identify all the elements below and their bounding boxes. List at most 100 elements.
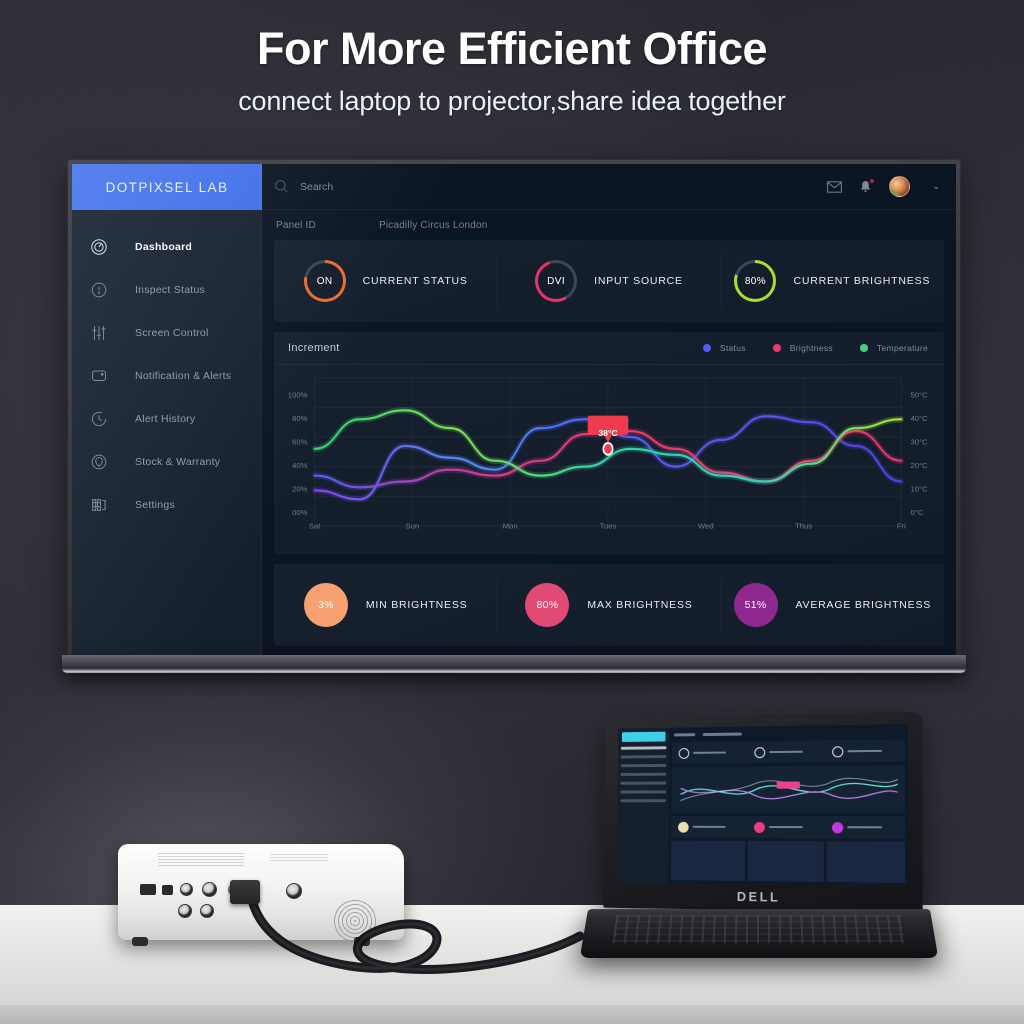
sliders-icon xyxy=(89,323,108,342)
laptop-base xyxy=(579,909,939,959)
legend-dot xyxy=(772,344,781,352)
bell-icon[interactable] xyxy=(859,178,875,194)
status-card-label: CURRENT BRIGHTNESS xyxy=(793,275,931,287)
status-ring-value: ON xyxy=(306,263,343,299)
sidebar-item-alert-history[interactable]: Alert History xyxy=(72,402,262,435)
sidebar: DOTPIXSEL LAB Dashboard Inspect Status S… xyxy=(72,164,262,656)
projection-screen-frame: DOTPIXSEL LAB Dashboard Inspect Status S… xyxy=(68,160,960,660)
sidebar-item-label: Inspect Status xyxy=(135,283,206,296)
vga-connector xyxy=(230,880,260,904)
mini-brand xyxy=(621,731,666,742)
status-cards-row: ON CURRENT STATUS DVI INPUT SOURCE 80% C… xyxy=(274,240,944,322)
mini-brightness-row xyxy=(671,815,905,839)
brightness-card-label: AVERAGE BRIGHTNESS xyxy=(795,599,932,611)
chevron-down-icon[interactable]: ⌄ xyxy=(932,181,940,192)
laptop-brand-logo: DELL xyxy=(736,888,781,905)
sidebar-item-label: Stock & Warranty xyxy=(135,455,221,468)
mail-icon[interactable] xyxy=(827,180,843,193)
sidebar-item-label: Alert History xyxy=(135,412,196,425)
chart-plot-area: 38°C 100% 80% 60% 40% 20% 00% 50°C 40°C 30°C 20°C 1… xyxy=(274,365,944,554)
brightness-ring-value: 80% xyxy=(737,263,774,299)
shield-icon xyxy=(89,452,108,471)
legend-dot xyxy=(859,344,868,352)
topbar: ⌄ xyxy=(262,164,956,210)
sidebar-nav: Dashboard Inspect Status Screen Control … xyxy=(72,210,262,521)
status-card-current-status[interactable]: ON CURRENT STATUS xyxy=(274,240,497,322)
panel-id-value: Picadilly Circus London xyxy=(378,219,488,231)
notification-badge xyxy=(869,178,875,183)
chart-legend: Status Brightness Temperature xyxy=(702,343,928,353)
sidebar-item-inspect-status[interactable]: Inspect Status xyxy=(72,273,262,306)
panel-id-label: Panel ID xyxy=(276,219,316,231)
brightness-ring: 80% xyxy=(734,260,777,302)
avatar[interactable] xyxy=(889,176,911,197)
mini-lower-widgets xyxy=(670,840,905,883)
dashboard-screen: DOTPIXSEL LAB Dashboard Inspect Status S… xyxy=(72,164,956,656)
legend-dot xyxy=(702,344,711,352)
status-card-current-brightness[interactable]: 80% CURRENT BRIGHTNESS xyxy=(720,240,944,322)
chart-title: Increment xyxy=(288,342,340,354)
chart-canvas xyxy=(312,377,904,527)
sidebar-item-label: Settings xyxy=(135,498,175,511)
mini-status-row xyxy=(671,739,905,764)
input-source-ring-value: DVI xyxy=(538,263,575,299)
input-source-ring: DVI xyxy=(535,260,578,302)
mini-main xyxy=(667,724,909,887)
sidebar-item-stock-warranty[interactable]: Stock & Warranty xyxy=(72,445,262,478)
status-card-input-source[interactable]: DVI INPUT SOURCE xyxy=(497,240,720,322)
mini-topbar xyxy=(672,727,905,740)
dashboard-content: ON CURRENT STATUS DVI INPUT SOURCE 80% C… xyxy=(262,240,956,656)
laptop-lid: DELL xyxy=(603,711,923,914)
search-input[interactable] xyxy=(300,180,540,193)
sidebar-item-screen-control[interactable]: Screen Control xyxy=(72,316,262,349)
promo-subheadline: connect laptop to projector,share idea t… xyxy=(238,86,786,117)
sidebar-item-notification-alerts[interactable]: Notification & Alerts xyxy=(72,359,262,392)
legend-item-brightness[interactable]: Brightness xyxy=(772,343,833,353)
status-ring: ON xyxy=(303,260,346,302)
brightness-cards-row: 3% MIN BRIGHTNESS 80% MAX BRIGHTNESS 51%… xyxy=(274,564,944,646)
legend-label: Temperature xyxy=(876,343,928,353)
laptop-screen xyxy=(616,724,909,887)
laptop-mini-dashboard xyxy=(616,724,909,887)
brand-logo: DOTPIXSEL LAB xyxy=(72,164,262,210)
main-area: ⌄ Panel ID Picadilly Circus London ON CU… xyxy=(262,164,956,656)
sidebar-item-dashboard[interactable]: Dashboard xyxy=(72,230,262,263)
min-brightness-circle: 3% xyxy=(303,583,348,627)
search-icon xyxy=(274,179,289,194)
legend-label: Brightness xyxy=(789,343,833,353)
info-circle-icon xyxy=(89,280,108,299)
chart-header: Increment Status Brightness Temperature xyxy=(274,332,944,365)
mini-sidebar xyxy=(616,727,670,884)
sidebar-item-label: Screen Control xyxy=(135,326,209,339)
sidebar-item-label: Dashboard xyxy=(135,240,193,253)
status-card-label: INPUT SOURCE xyxy=(594,275,683,287)
sidebar-item-settings[interactable]: Settings xyxy=(72,488,262,521)
screen-bezel-bottom xyxy=(62,655,966,673)
legend-label: Status xyxy=(719,343,746,353)
promo-text-block: For More Efficient Office connect laptop… xyxy=(0,22,1024,117)
brightness-card-average[interactable]: 51% AVERAGE BRIGHTNESS xyxy=(720,564,944,646)
laptop: DELL xyxy=(579,711,939,964)
max-brightness-circle: 80% xyxy=(525,583,570,627)
brightness-card-label: MAX BRIGHTNESS xyxy=(587,599,693,611)
status-card-label: CURRENT STATUS xyxy=(362,275,468,287)
legend-item-temperature[interactable]: Temperature xyxy=(859,343,928,353)
gauge-icon xyxy=(89,237,108,256)
legend-item-status[interactable]: Status xyxy=(702,343,746,353)
sidebar-item-label: Notification & Alerts xyxy=(135,369,232,382)
increment-chart-card: Increment Status Brightness Temperature … xyxy=(274,332,944,554)
brightness-card-min[interactable]: 3% MIN BRIGHTNESS xyxy=(274,564,497,646)
mini-nav xyxy=(620,746,667,803)
search-box[interactable] xyxy=(274,179,827,194)
clock-history-icon xyxy=(89,409,108,428)
brightness-card-max[interactable]: 80% MAX BRIGHTNESS xyxy=(497,564,720,646)
laptop-keyboard xyxy=(612,915,906,944)
panel-id-strip: Panel ID Picadilly Circus London xyxy=(262,210,956,240)
mini-chart xyxy=(671,764,905,814)
chat-bubble-icon xyxy=(89,366,108,385)
topbar-icons: ⌄ xyxy=(827,176,940,197)
average-brightness-circle: 51% xyxy=(733,583,778,627)
equalizer-icon xyxy=(89,495,108,514)
promo-headline: For More Efficient Office xyxy=(256,23,768,74)
brightness-card-label: MIN BRIGHTNESS xyxy=(365,599,468,611)
